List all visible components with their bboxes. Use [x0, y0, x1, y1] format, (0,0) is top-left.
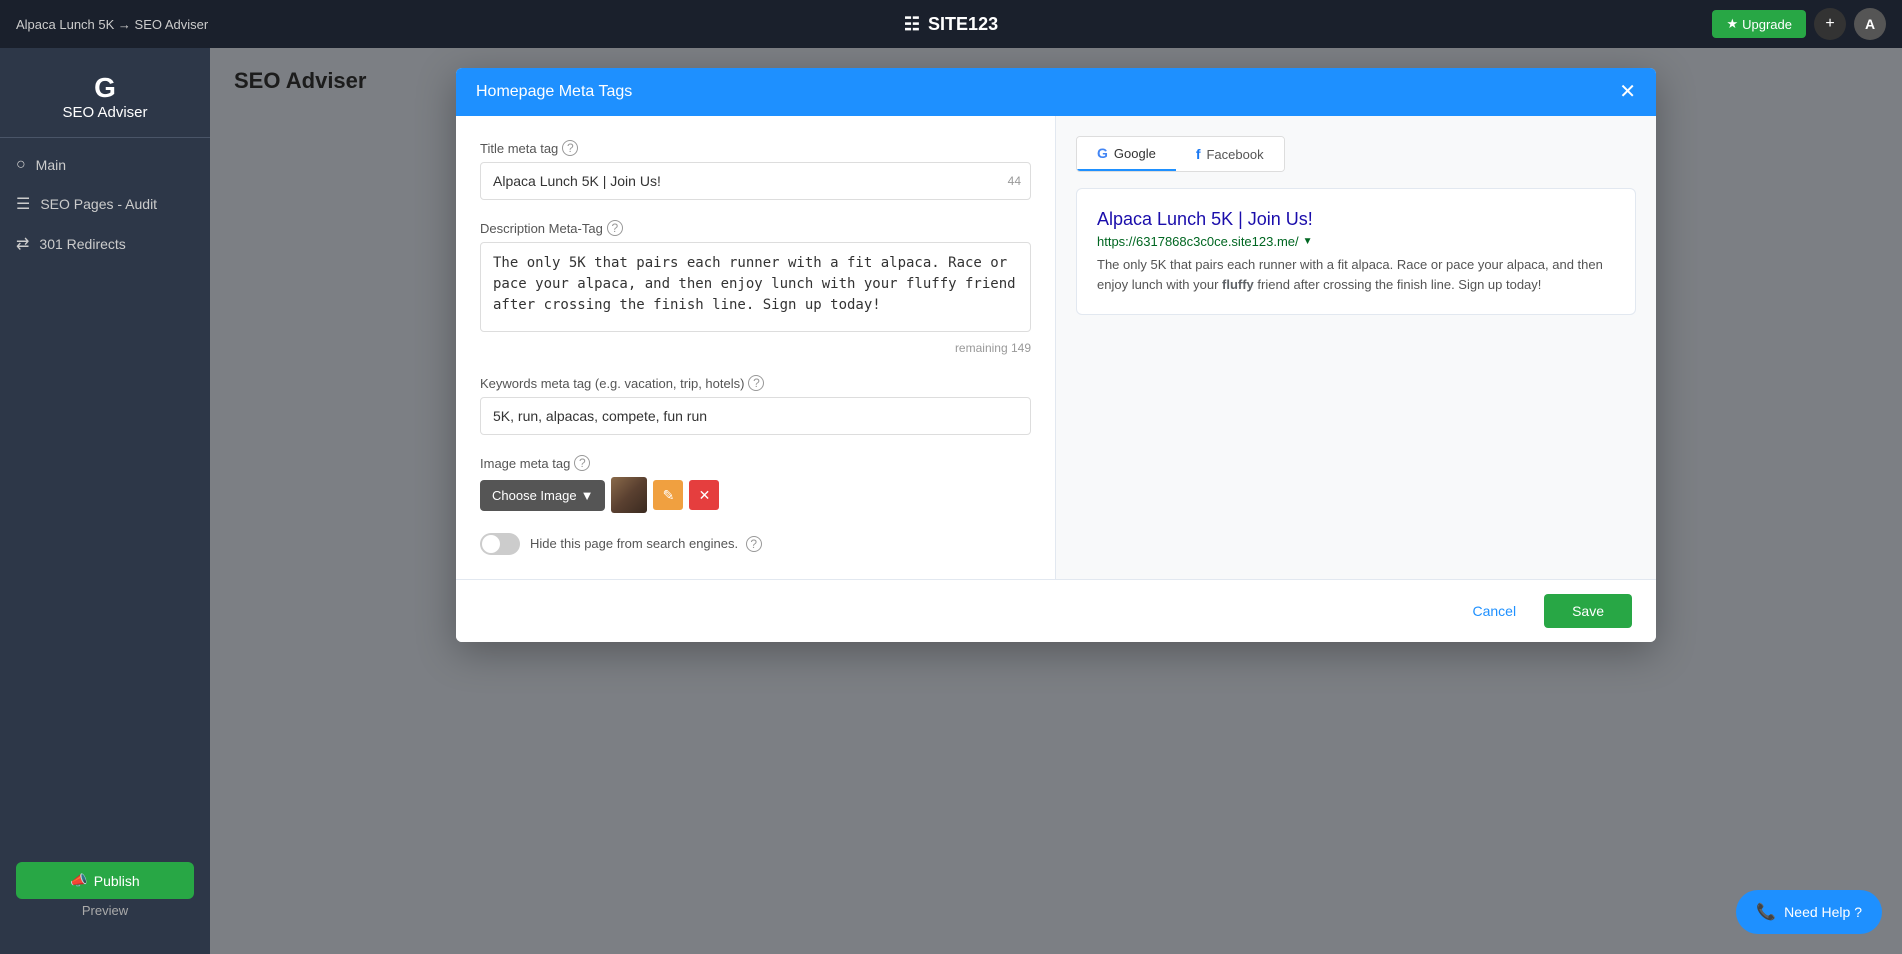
- title-meta-tag-input[interactable]: [480, 162, 1031, 200]
- breadcrumb: Alpaca Lunch 5K → SEO Adviser: [16, 17, 208, 32]
- save-button[interactable]: Save: [1544, 594, 1632, 628]
- title-meta-tag-group: Title meta tag ? 44: [480, 140, 1031, 200]
- preview-link[interactable]: Preview: [16, 899, 194, 922]
- toggle-knob: [482, 535, 500, 553]
- sidebar-item-seo-pages-audit[interactable]: ☰ SEO Pages - Audit: [0, 184, 210, 224]
- image-meta-tag-label: Image meta tag ?: [480, 455, 1031, 471]
- url-arrow-icon: ▼: [1303, 236, 1313, 247]
- keywords-meta-tag-group: Keywords meta tag (e.g. vacation, trip, …: [480, 375, 1031, 435]
- add-button[interactable]: +: [1814, 8, 1846, 40]
- description-meta-tag-group: Description Meta-Tag ? The only 5K that …: [480, 220, 1031, 355]
- site-logo: ☷ SITE123: [904, 14, 998, 35]
- modal-preview-panel: G Google f Facebook Alpaca Lunch 5K | Jo…: [1056, 116, 1656, 579]
- avatar-button[interactable]: A: [1854, 8, 1886, 40]
- sidebar-publish-section: 📣 Publish Preview: [0, 846, 210, 938]
- image-thumb-preview: [611, 477, 647, 513]
- modal-title: Homepage Meta Tags: [476, 83, 632, 101]
- image-thumbnail: [611, 477, 647, 513]
- facebook-icon: f: [1196, 146, 1201, 162]
- sidebar-item-main[interactable]: ○ Main: [0, 146, 210, 184]
- image-meta-row: Choose Image ▼ ✎ ✕: [480, 477, 1031, 513]
- image-help-icon[interactable]: ?: [574, 455, 590, 471]
- modal-body: Title meta tag ? 44 Description Met: [456, 116, 1656, 579]
- preview-title: Alpaca Lunch 5K | Join Us!: [1097, 209, 1615, 230]
- preview-tabs: G Google f Facebook: [1076, 136, 1285, 172]
- app-layout: G SEO Adviser ○ Main ☰ SEO Pages - Audit…: [0, 48, 1902, 954]
- cancel-button[interactable]: Cancel: [1456, 595, 1532, 627]
- hide-page-toggle-row: Hide this page from search engines. ?: [480, 533, 1031, 555]
- keywords-meta-tag-input[interactable]: [480, 397, 1031, 435]
- topbar: Alpaca Lunch 5K → SEO Adviser ☷ SITE123 …: [0, 0, 1902, 48]
- site-logo-text: SITE123: [928, 14, 998, 35]
- hide-page-toggle[interactable]: [480, 533, 520, 555]
- main-content: SEO Adviser Homepage Meta Tags ✕: [210, 48, 1902, 954]
- chevron-down-icon: ▼: [581, 488, 594, 503]
- modal-overlay: Homepage Meta Tags ✕ Title meta tag ?: [210, 48, 1902, 954]
- edit-icon: ✎: [663, 487, 675, 504]
- edit-image-button[interactable]: ✎: [653, 480, 683, 510]
- audit-icon: ☰: [16, 194, 30, 214]
- homepage-meta-tags-modal: Homepage Meta Tags ✕ Title meta tag ?: [456, 68, 1656, 642]
- sidebar-item-label: 301 Redirects: [39, 236, 125, 252]
- title-input-wrapper: 44: [480, 162, 1031, 200]
- remaining-count: remaining 149: [480, 341, 1031, 355]
- phone-icon: 📞: [1756, 902, 1776, 922]
- modal-footer: Cancel Save: [456, 579, 1656, 642]
- tab-google[interactable]: G Google: [1077, 137, 1176, 171]
- google-icon: G: [1097, 145, 1108, 161]
- logo-text: SEO Adviser: [62, 104, 147, 121]
- keywords-meta-tag-label: Keywords meta tag (e.g. vacation, trip, …: [480, 375, 1031, 391]
- site-logo-icon: ☷: [904, 14, 920, 35]
- megaphone-icon: 📣: [70, 872, 87, 889]
- google-preview: Alpaca Lunch 5K | Join Us! https://63178…: [1076, 188, 1636, 315]
- modal-form-panel: Title meta tag ? 44 Description Met: [456, 116, 1056, 579]
- publish-button[interactable]: 📣 Publish: [16, 862, 194, 899]
- topbar-actions: ★ Upgrade + A: [1712, 8, 1886, 40]
- redirects-icon: ⇄: [16, 234, 29, 254]
- description-help-icon[interactable]: ?: [607, 220, 623, 236]
- choose-image-button[interactable]: Choose Image ▼: [480, 480, 605, 511]
- preview-url: https://6317868c3c0ce.site123.me/ ▼: [1097, 234, 1615, 249]
- star-icon: ★: [1726, 16, 1738, 32]
- sidebar-item-label: SEO Pages - Audit: [40, 196, 157, 212]
- description-meta-tag-textarea[interactable]: The only 5K that pairs each runner with …: [480, 242, 1031, 332]
- description-meta-tag-label: Description Meta-Tag ?: [480, 220, 1031, 236]
- logo-letter: G: [94, 72, 116, 104]
- tab-facebook[interactable]: f Facebook: [1176, 137, 1284, 171]
- sidebar-item-label: Main: [36, 157, 66, 173]
- main-icon: ○: [16, 156, 26, 174]
- title-meta-tag-label: Title meta tag ?: [480, 140, 1031, 156]
- modal-header: Homepage Meta Tags ✕: [456, 68, 1656, 116]
- remove-image-button[interactable]: ✕: [689, 480, 719, 510]
- sidebar: G SEO Adviser ○ Main ☰ SEO Pages - Audit…: [0, 48, 210, 954]
- image-meta-tag-group: Image meta tag ? Choose Image ▼: [480, 455, 1031, 513]
- sidebar-logo: G SEO Adviser: [0, 64, 210, 138]
- char-count: 44: [1008, 174, 1021, 188]
- keywords-help-icon[interactable]: ?: [748, 375, 764, 391]
- hide-page-label: Hide this page from search engines. ?: [530, 536, 762, 552]
- highlight-text: fluffy: [1222, 277, 1254, 292]
- need-help-button[interactable]: 📞 Need Help ?: [1736, 890, 1882, 934]
- modal-close-button[interactable]: ✕: [1619, 82, 1636, 102]
- sidebar-item-301-redirects[interactable]: ⇄ 301 Redirects: [0, 224, 210, 264]
- upgrade-button[interactable]: ★ Upgrade: [1712, 10, 1806, 38]
- hide-help-icon[interactable]: ?: [746, 536, 762, 552]
- title-help-icon[interactable]: ?: [562, 140, 578, 156]
- close-icon: ✕: [699, 487, 711, 504]
- preview-description: The only 5K that pairs each runner with …: [1097, 255, 1615, 294]
